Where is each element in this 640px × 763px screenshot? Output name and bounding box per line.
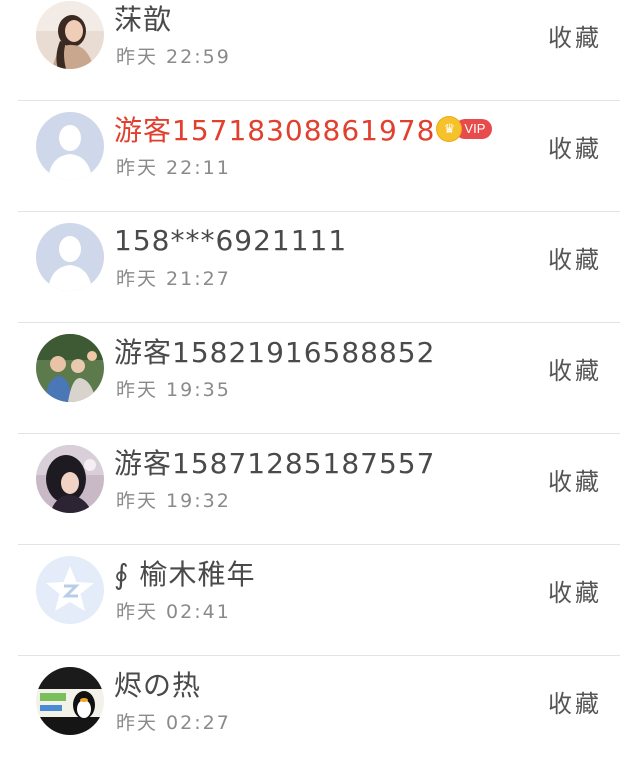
- timestamp: 昨天 19:32: [116, 490, 231, 512]
- favorite-button[interactable]: 收藏: [548, 462, 602, 497]
- avatar[interactable]: [36, 445, 104, 513]
- list-item[interactable]: 烬の热 昨天 02:27 收藏: [0, 656, 640, 763]
- avatar[interactable]: [36, 1, 104, 69]
- avatar[interactable]: [36, 667, 104, 735]
- contact-name: 158***6921111: [114, 223, 348, 257]
- contact-name: ∮ 榆木稚年: [114, 558, 256, 591]
- photo-avatar-icon: [36, 445, 104, 513]
- timestamp: 昨天 19:35: [116, 379, 231, 401]
- photo-avatar-icon: [36, 334, 104, 402]
- timestamp: 昨天 21:27: [116, 268, 231, 290]
- favorite-button[interactable]: 收藏: [548, 573, 602, 608]
- crown-icon: ♛: [437, 117, 462, 141]
- contact-name: 莯歆: [114, 3, 173, 36]
- default-user-icon: [36, 112, 104, 180]
- contact-name: 游客15718308861978: [114, 114, 436, 147]
- list-item[interactable]: 游客15821916588852 昨天 19:35 收藏: [0, 323, 640, 434]
- photo-avatar-icon: [36, 1, 104, 69]
- vip-badge: ♛ VIP: [437, 117, 493, 141]
- list-item[interactable]: 游客15871285187557 昨天 19:32 收藏: [0, 434, 640, 545]
- avatar[interactable]: [36, 112, 104, 180]
- favorite-button[interactable]: 收藏: [548, 684, 602, 719]
- contact-name: 游客15821916588852: [114, 336, 436, 369]
- timestamp: 昨天 22:11: [116, 157, 231, 179]
- qq-star-icon: [36, 556, 104, 624]
- list-item[interactable]: 游客15718308861978 ♛ VIP 昨天 22:11 收藏: [0, 101, 640, 212]
- list-item[interactable]: 莯歆 昨天 22:59 收藏: [0, 0, 640, 101]
- timestamp: 昨天 02:27: [116, 712, 231, 734]
- contact-name: 游客15871285187557: [114, 447, 436, 480]
- timestamp: 昨天 02:41: [116, 601, 231, 623]
- avatar[interactable]: [36, 223, 104, 291]
- favorite-button[interactable]: 收藏: [548, 240, 602, 275]
- favorite-button[interactable]: 收藏: [548, 351, 602, 386]
- favorite-button[interactable]: 收藏: [548, 18, 602, 53]
- avatar[interactable]: [36, 556, 104, 624]
- list-item[interactable]: ∮ 榆木稚年 昨天 02:41 收藏: [0, 545, 640, 656]
- avatar[interactable]: [36, 334, 104, 402]
- contact-name: 烬の热: [114, 669, 202, 702]
- timestamp: 昨天 22:59: [116, 46, 231, 68]
- contact-list: 莯歆 昨天 22:59 收藏 游客15718308861978 ♛ VIP 昨天…: [0, 0, 640, 763]
- penguin-photo-icon: [36, 667, 104, 735]
- default-user-icon: [36, 223, 104, 291]
- favorite-button[interactable]: 收藏: [548, 129, 602, 164]
- list-item[interactable]: 158***6921111 昨天 21:27 收藏: [0, 212, 640, 323]
